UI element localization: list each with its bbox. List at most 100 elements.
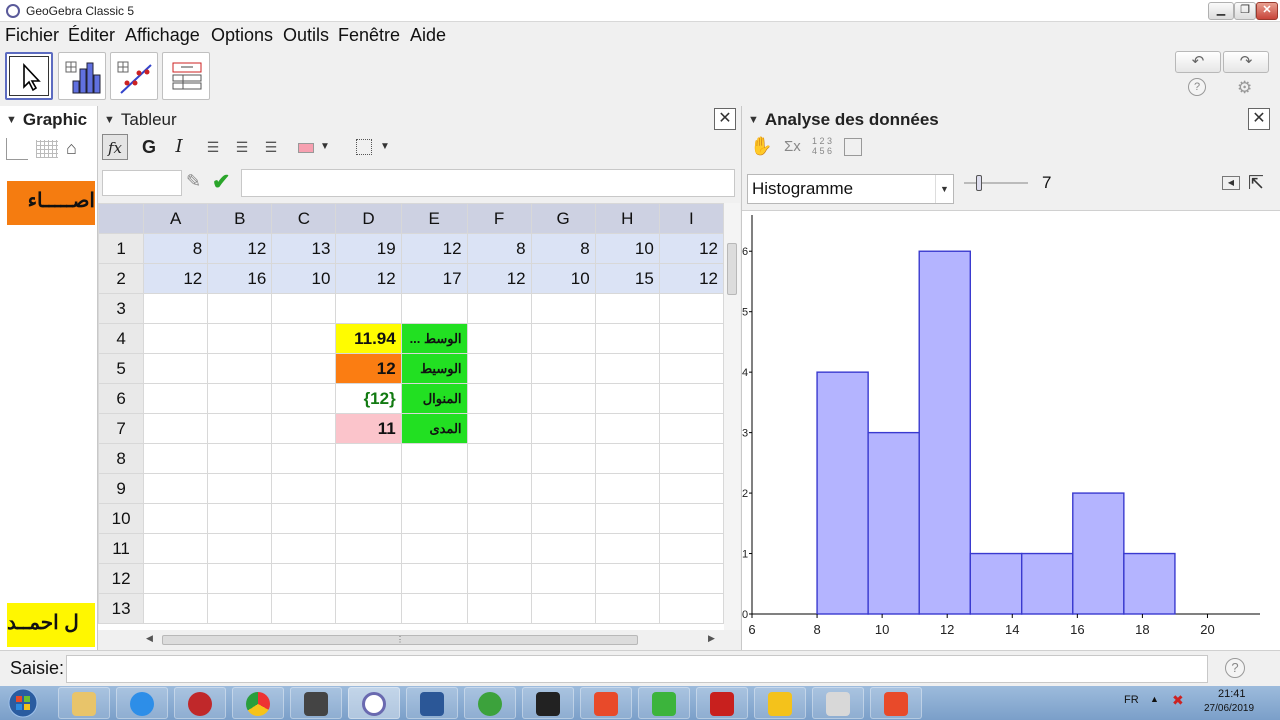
cell-a5[interactable] [143, 353, 209, 384]
cell-d9[interactable] [335, 473, 402, 504]
cell-e10[interactable] [400, 503, 468, 534]
cell-b12[interactable] [207, 563, 273, 594]
taskbar-explorer[interactable] [58, 687, 110, 719]
minimize-button[interactable]: ▁ [1208, 2, 1234, 20]
tray-expand-icon[interactable]: ▲ [1150, 694, 1159, 704]
taskbar-pdf-reader[interactable] [696, 687, 748, 719]
cell-i12[interactable] [658, 563, 724, 594]
cell-b11[interactable] [207, 533, 273, 564]
taskbar-app-red[interactable] [174, 687, 226, 719]
options-arrow-icon[interactable]: ◀ [1222, 176, 1240, 190]
cell-d6[interactable]: {12} [335, 383, 402, 414]
cell-i6[interactable] [658, 383, 724, 414]
cell-e13[interactable] [400, 593, 468, 624]
cell-g6[interactable] [530, 383, 596, 414]
move-tool-button[interactable] [5, 52, 53, 100]
cell-h9[interactable] [594, 473, 660, 504]
column-header-b[interactable]: B [207, 203, 273, 234]
cell-a10[interactable] [143, 503, 209, 534]
row-header-11[interactable]: 11 [98, 533, 145, 564]
start-button[interactable] [2, 687, 48, 719]
taskbar-texmaker[interactable] [290, 687, 342, 719]
cell-h3[interactable] [594, 293, 660, 324]
network-icon[interactable]: ✖ [1172, 692, 1184, 709]
cell-d7[interactable]: 11 [335, 413, 402, 444]
bold-button[interactable]: G [136, 134, 162, 160]
cell-b9[interactable] [207, 473, 273, 504]
cell-a13[interactable] [143, 593, 209, 624]
cell-d11[interactable] [335, 533, 402, 564]
row-header-12[interactable]: 12 [98, 563, 145, 594]
export-icon[interactable]: ⇱ [1248, 172, 1264, 195]
cell-i1[interactable]: 12 [658, 233, 724, 264]
cell-e9[interactable] [400, 473, 468, 504]
eraser-icon[interactable]: ✎ [186, 171, 201, 192]
row-header-9[interactable]: 9 [98, 473, 145, 504]
cell-a8[interactable] [143, 443, 209, 474]
menu-affichage[interactable]: Affichage [125, 25, 200, 46]
cell-f10[interactable] [466, 503, 532, 534]
cell-i7[interactable] [658, 413, 724, 444]
row-header-13[interactable]: 13 [98, 593, 145, 624]
cell-g2[interactable]: 10 [530, 263, 596, 294]
data-table-icon[interactable]: 1 2 3 4 5 6 [812, 136, 838, 156]
two-variable-regression-tool[interactable] [110, 52, 158, 100]
cell-e8[interactable] [400, 443, 468, 474]
cell-e1[interactable]: 12 [400, 233, 468, 264]
cell-c10[interactable] [271, 503, 337, 534]
taskbar-download-manager[interactable] [464, 687, 516, 719]
close-window-button[interactable]: ✕ [1256, 2, 1278, 20]
taskbar-camtasia[interactable] [638, 687, 690, 719]
row-header-6[interactable]: 6 [98, 383, 145, 414]
cell-g5[interactable] [530, 353, 596, 384]
help-icon[interactable]: ? [1188, 78, 1206, 96]
column-header-i[interactable]: I [658, 203, 724, 234]
class-slider-track[interactable] [964, 182, 1028, 184]
column-header-f[interactable]: F [466, 203, 532, 234]
column-header-e[interactable]: E [400, 203, 468, 234]
input-help-icon[interactable]: ? [1225, 658, 1245, 678]
cell-d8[interactable] [335, 443, 402, 474]
cell-e6[interactable]: المنوال [400, 383, 468, 414]
language-indicator[interactable]: FR [1124, 694, 1139, 706]
menu-fichier[interactable]: Fichier [5, 25, 59, 46]
graphics-panel-header[interactable]: ▼ Graphic [6, 110, 87, 136]
align-right-icon[interactable]: ☰ [258, 134, 284, 160]
cell-a6[interactable] [143, 383, 209, 414]
cell-f2[interactable]: 12 [466, 263, 532, 294]
column-header-c[interactable]: C [271, 203, 337, 234]
cell-f3[interactable] [466, 293, 532, 324]
cell-g12[interactable] [530, 563, 596, 594]
column-header-a[interactable]: A [143, 203, 209, 234]
menu-fenetre[interactable]: Fenêtre [338, 25, 400, 46]
cell-i2[interactable]: 12 [658, 263, 724, 294]
cell-i11[interactable] [658, 533, 724, 564]
cell-h11[interactable] [594, 533, 660, 564]
row-header-2[interactable]: 2 [98, 263, 145, 294]
vertical-scroll-thumb[interactable] [727, 243, 737, 295]
background-color-button[interactable]: ▼ [294, 134, 334, 160]
cell-h13[interactable] [594, 593, 660, 624]
cell-c5[interactable] [271, 353, 337, 384]
cell-f9[interactable] [466, 473, 532, 504]
column-header-g[interactable]: G [530, 203, 596, 234]
undo-button[interactable]: ↶ [1175, 51, 1221, 73]
cell-a3[interactable] [143, 293, 209, 324]
multiple-variable-analysis-tool[interactable] [162, 52, 210, 100]
cell-b6[interactable] [207, 383, 273, 414]
cell-i8[interactable] [658, 443, 724, 474]
cell-h12[interactable] [594, 563, 660, 594]
cell-e2[interactable]: 17 [400, 263, 468, 294]
cell-a12[interactable] [143, 563, 209, 594]
cell-g1[interactable]: 8 [530, 233, 596, 264]
cell-d12[interactable] [335, 563, 402, 594]
cell-f12[interactable] [466, 563, 532, 594]
cell-g4[interactable] [530, 323, 596, 354]
cell-h6[interactable] [594, 383, 660, 414]
statistics-icon[interactable]: Σx [784, 138, 801, 155]
cell-i10[interactable] [658, 503, 724, 534]
cell-f13[interactable] [466, 593, 532, 624]
cell-f8[interactable] [466, 443, 532, 474]
italic-button[interactable]: I [166, 134, 192, 160]
show-input-bar-button[interactable]: fx [102, 134, 128, 160]
